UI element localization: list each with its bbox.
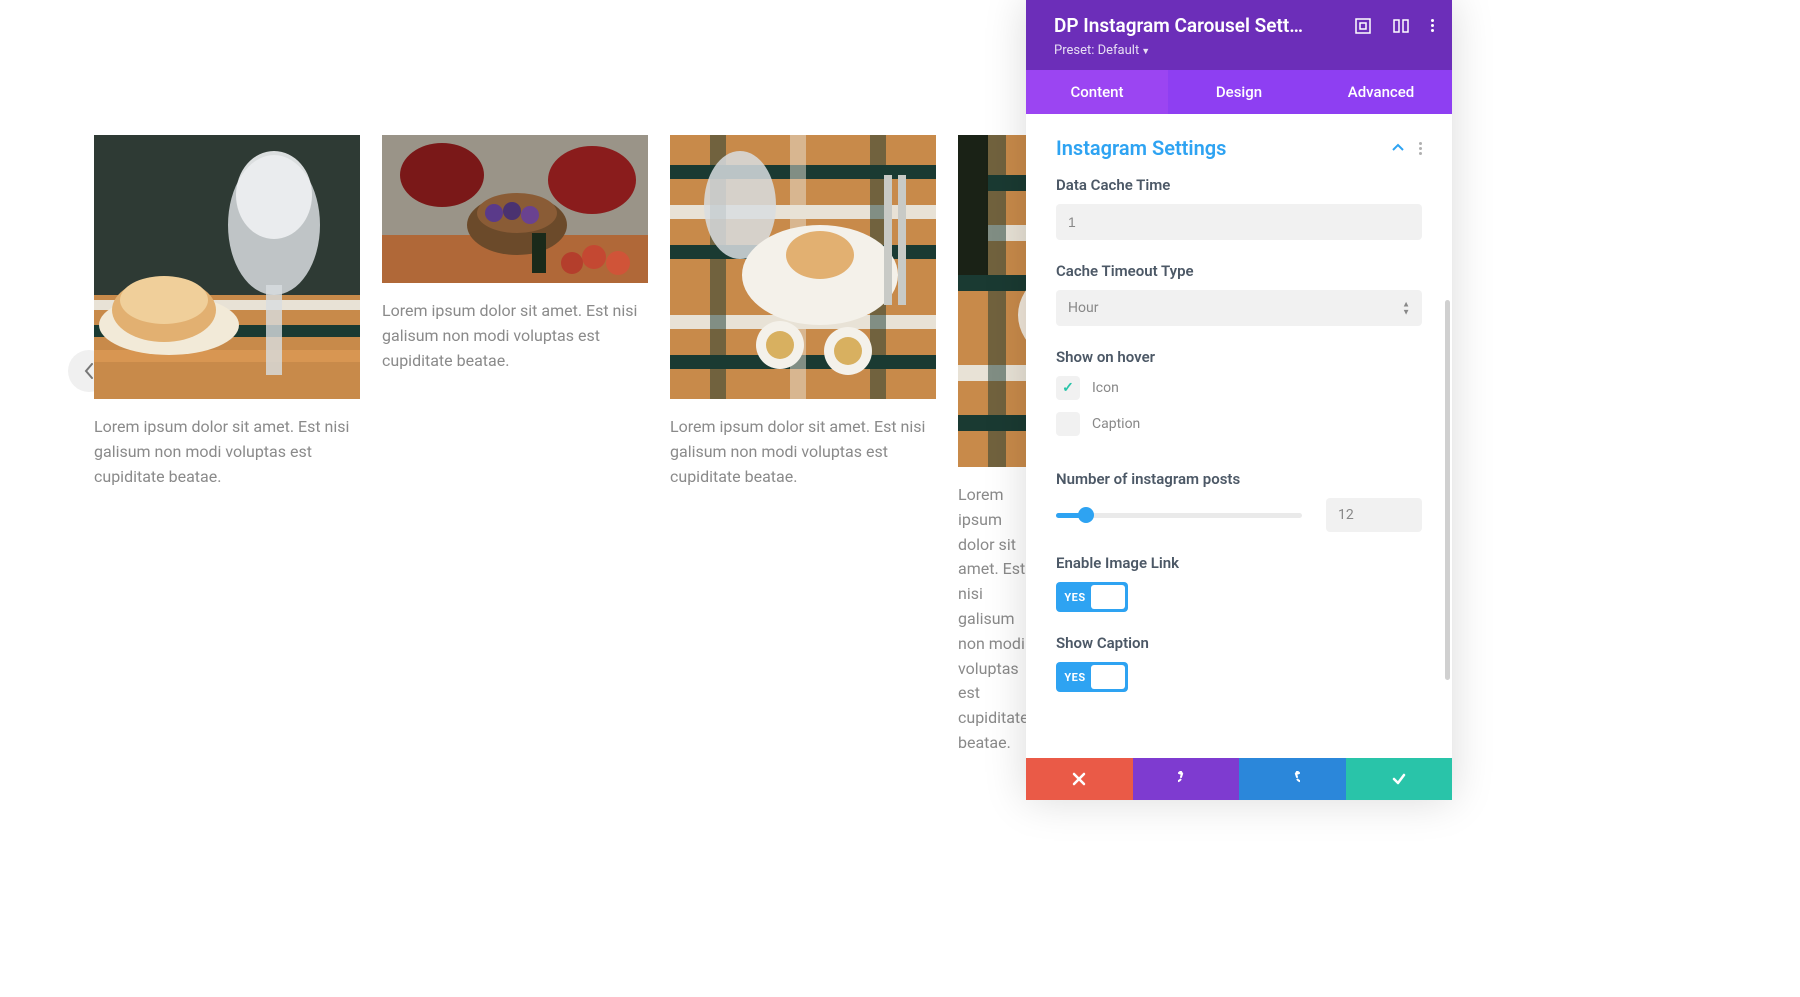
carousel-item[interactable]: Lorem ipsum dolor sit amet. Est nisi gal…	[94, 135, 360, 756]
carousel-image	[382, 135, 648, 283]
panel-footer	[1026, 758, 1452, 800]
carousel-item[interactable]: Lorem ipsum dolor sit amet. Est nisi gal…	[958, 135, 1028, 756]
checkbox-caption[interactable]	[1056, 412, 1080, 436]
section-title: Instagram Settings	[1056, 136, 1391, 160]
preset-label: Preset: Default	[1054, 43, 1139, 58]
checkbox-row-icon[interactable]: Icon	[1056, 376, 1422, 400]
caret-down-icon: ▼	[1141, 47, 1150, 57]
toggle-label: YES	[1059, 591, 1091, 604]
carousel-image	[958, 135, 1028, 467]
field-label: Show Caption	[1056, 634, 1422, 652]
scrollbar-thumb[interactable]	[1445, 300, 1450, 680]
tab-design[interactable]: Design	[1168, 70, 1310, 114]
field-label: Cache Timeout Type	[1056, 262, 1422, 280]
checkbox-icon[interactable]	[1056, 376, 1080, 400]
redo-button[interactable]	[1239, 758, 1346, 800]
carousel-image	[670, 135, 936, 399]
save-button[interactable]	[1346, 758, 1453, 800]
checkbox-label: Icon	[1092, 380, 1119, 396]
undo-icon	[1178, 771, 1194, 787]
field-label: Number of instagram posts	[1056, 470, 1422, 488]
carousel-image	[94, 135, 360, 399]
more-menu-icon[interactable]	[1431, 19, 1434, 32]
chevron-up-icon	[1391, 141, 1405, 155]
toggle-label: YES	[1059, 671, 1091, 684]
show-caption-toggle[interactable]: YES	[1056, 662, 1128, 692]
redo-icon	[1284, 771, 1300, 787]
num-posts-slider[interactable]	[1056, 513, 1302, 518]
carousel-caption: Lorem ipsum dolor sit amet. Est nisi gal…	[94, 415, 360, 489]
cache-timeout-select[interactable]: Hour ▲▼	[1056, 290, 1422, 326]
editor-canvas: Lorem ipsum dolor sit amet. Est nisi gal…	[0, 0, 1026, 997]
undo-button[interactable]	[1133, 758, 1240, 800]
field-label: Enable Image Link	[1056, 554, 1422, 572]
data-cache-time-input[interactable]	[1056, 204, 1422, 240]
toggle-knob	[1091, 665, 1125, 689]
section-more-icon[interactable]	[1419, 142, 1422, 155]
panel-body[interactable]: Instagram Settings Data Cache Time Cache…	[1026, 114, 1452, 758]
enable-image-link-toggle[interactable]: YES	[1056, 582, 1128, 612]
cancel-button[interactable]	[1026, 758, 1133, 800]
toggle-knob	[1091, 585, 1125, 609]
section-header[interactable]: Instagram Settings	[1026, 114, 1452, 176]
tab-advanced[interactable]: Advanced	[1310, 70, 1452, 114]
tab-content[interactable]: Content	[1026, 70, 1168, 114]
panel-header: DP Instagram Carousel Sett… Preset: Defa…	[1026, 0, 1452, 114]
field-enable-image-link: Enable Image Link YES	[1026, 554, 1452, 634]
expand-icon[interactable]	[1355, 18, 1371, 34]
carousel-caption: Lorem ipsum dolor sit amet. Est nisi gal…	[382, 299, 648, 373]
field-label: Data Cache Time	[1056, 176, 1422, 194]
field-cache-timeout-type: Cache Timeout Type Hour ▲▼	[1026, 262, 1452, 348]
carousel-item[interactable]: Lorem ipsum dolor sit amet. Est nisi gal…	[382, 135, 648, 756]
field-label: Show on hover	[1056, 348, 1422, 366]
carousel-item[interactable]: Lorem ipsum dolor sit amet. Est nisi gal…	[670, 135, 936, 756]
field-show-caption: Show Caption YES	[1026, 634, 1452, 714]
carousel-caption: Lorem ipsum dolor sit amet. Est nisi gal…	[958, 483, 1028, 756]
checkbox-label: Caption	[1092, 416, 1140, 432]
columns-icon[interactable]	[1393, 18, 1409, 34]
panel-title: DP Instagram Carousel Sett…	[1054, 14, 1355, 37]
settings-panel: DP Instagram Carousel Sett… Preset: Defa…	[1026, 0, 1452, 800]
slider-thumb[interactable]	[1078, 507, 1094, 523]
field-data-cache-time: Data Cache Time	[1026, 176, 1452, 262]
checkbox-row-caption[interactable]: Caption	[1056, 412, 1422, 436]
field-show-on-hover: Show on hover Icon Caption	[1026, 348, 1452, 470]
close-icon	[1071, 771, 1087, 787]
panel-tabs: Content Design Advanced	[1026, 70, 1452, 114]
check-icon	[1391, 771, 1407, 787]
preset-dropdown[interactable]: Preset: Default▼	[1026, 43, 1452, 70]
select-value: Hour	[1056, 290, 1422, 326]
num-posts-value[interactable]: 12	[1326, 498, 1422, 532]
carousel-caption: Lorem ipsum dolor sit amet. Est nisi gal…	[670, 415, 936, 489]
select-arrows-icon: ▲▼	[1402, 301, 1410, 316]
field-num-posts: Number of instagram posts 12	[1026, 470, 1452, 554]
chevron-left-icon	[84, 363, 94, 379]
